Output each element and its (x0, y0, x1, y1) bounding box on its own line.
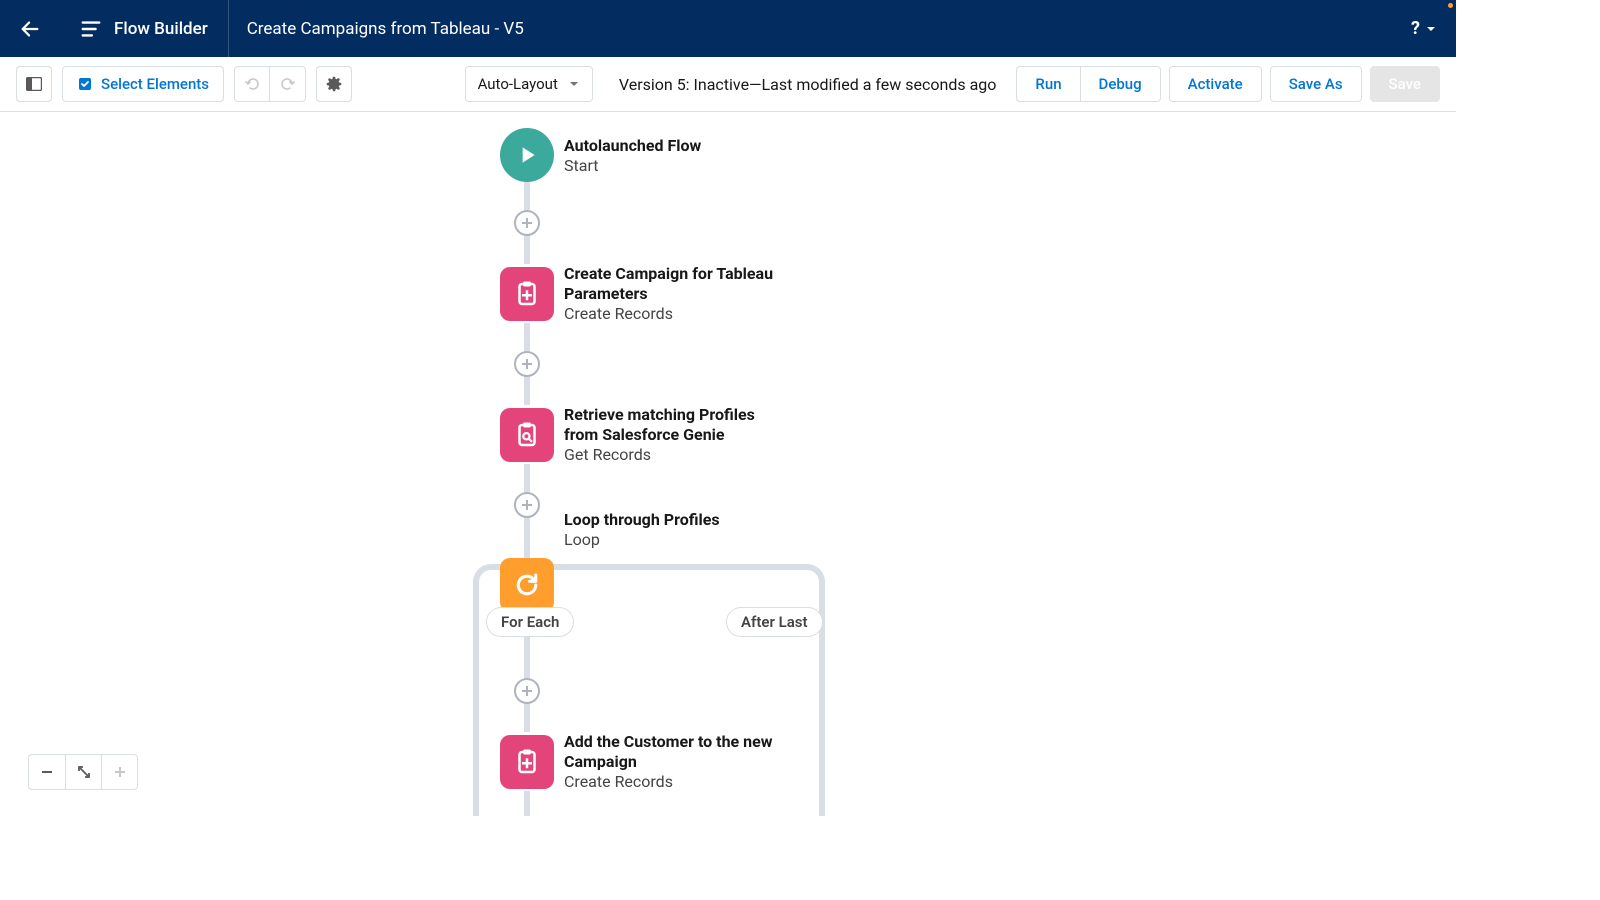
version-status: Version 5: Inactive—Last modified a few … (619, 75, 997, 94)
start-title: Autolaunched Flow (564, 136, 701, 156)
loop-sub: Loop (564, 530, 720, 549)
select-elements-label: Select Elements (101, 75, 209, 93)
fit-button[interactable] (65, 755, 101, 789)
debug-button[interactable]: Debug (1081, 66, 1161, 102)
toggle-panel-button[interactable] (16, 66, 52, 102)
chevron-down-icon (568, 78, 580, 90)
connector (524, 236, 530, 264)
zoom-out-button[interactable] (29, 755, 65, 789)
clipboard-plus-icon (512, 279, 542, 309)
panel-icon (26, 77, 42, 91)
brand: Flow Builder (60, 0, 229, 57)
settings-button[interactable] (316, 66, 352, 102)
undo-button[interactable] (234, 66, 270, 102)
help-icon: ? (1411, 18, 1420, 39)
refresh-icon (512, 570, 542, 600)
minus-icon (40, 765, 54, 779)
add-element-button[interactable] (514, 210, 540, 236)
create-campaign-node[interactable]: Create Campaign for Tableau Parameters C… (500, 264, 1100, 323)
start-sub: Start (564, 156, 701, 175)
start-icon (500, 128, 554, 182)
connector (524, 464, 530, 492)
add-customer-node[interactable]: Add the Customer to the new Campaign Cre… (500, 732, 1100, 791)
connector (524, 323, 530, 351)
get1-sub: Get Records (564, 445, 784, 464)
notification-dot (1448, 3, 1453, 8)
undo-redo-group (234, 66, 306, 102)
loop-title: Loop through Profiles (564, 510, 720, 530)
fit-icon (77, 765, 91, 779)
create-records-icon (500, 735, 554, 789)
plus-icon (113, 765, 127, 779)
get1-title: Retrieve matching Profiles from Salesfor… (564, 405, 784, 445)
get-records-node[interactable]: Retrieve matching Profiles from Salesfor… (500, 405, 1100, 464)
loop-icon (500, 558, 554, 612)
brand-text: Flow Builder (114, 19, 208, 39)
zoom-in-button[interactable] (101, 755, 137, 789)
activate-button[interactable]: Activate (1169, 66, 1262, 102)
clipboard-plus-icon (512, 747, 542, 777)
save-as-button[interactable]: Save As (1270, 66, 1362, 102)
create2-sub: Create Records (564, 772, 784, 791)
zoom-controls (28, 754, 138, 790)
create1-sub: Create Records (564, 304, 784, 323)
add-element-button[interactable] (514, 351, 540, 377)
connector (524, 182, 530, 210)
help-button[interactable]: ? (1411, 18, 1456, 39)
arrow-left-icon (19, 18, 41, 40)
play-icon (514, 142, 540, 168)
create2-title: Add the Customer to the new Campaign (564, 732, 784, 772)
for-each-label: For Each (486, 607, 574, 637)
action-buttons: Run Debug Activate Save As Save (1016, 66, 1440, 102)
run-button[interactable]: Run (1016, 66, 1080, 102)
start-node[interactable]: Autolaunched Flow Start (500, 128, 1100, 182)
layout-mode-select[interactable]: Auto-Layout (465, 66, 593, 102)
add-element-button[interactable] (514, 678, 540, 704)
create-records-icon (500, 267, 554, 321)
gear-icon (326, 76, 342, 92)
flow-canvas[interactable]: Autolaunched Flow Start Create Campaign … (0, 112, 1456, 816)
flow-builder-icon (80, 18, 102, 40)
connector (524, 377, 530, 405)
connector (524, 518, 530, 558)
toolbar: Select Elements Auto-Layout Version 5: I… (0, 57, 1456, 112)
flow-title: Create Campaigns from Tableau - V5 (229, 19, 524, 39)
clipboard-search-icon (512, 420, 542, 450)
create1-title: Create Campaign for Tableau Parameters (564, 264, 784, 304)
add-element-button[interactable] (514, 492, 540, 518)
layout-mode-label: Auto-Layout (478, 75, 558, 93)
after-last-label: After Last (726, 607, 823, 637)
loop-node[interactable] (500, 558, 1100, 612)
chevron-down-icon (1426, 24, 1436, 34)
redo-button[interactable] (270, 66, 306, 102)
select-icon (77, 76, 93, 92)
navbar: Flow Builder Create Campaigns from Table… (0, 0, 1456, 57)
get-records-icon (500, 408, 554, 462)
save-button[interactable]: Save (1370, 66, 1440, 102)
back-button[interactable] (0, 0, 60, 57)
connector (524, 704, 530, 732)
undo-icon (244, 76, 260, 92)
connector (524, 791, 530, 816)
redo-icon (280, 76, 296, 92)
flow-column: Autolaunched Flow Start Create Campaign … (500, 128, 1100, 816)
select-elements-button[interactable]: Select Elements (62, 66, 224, 102)
